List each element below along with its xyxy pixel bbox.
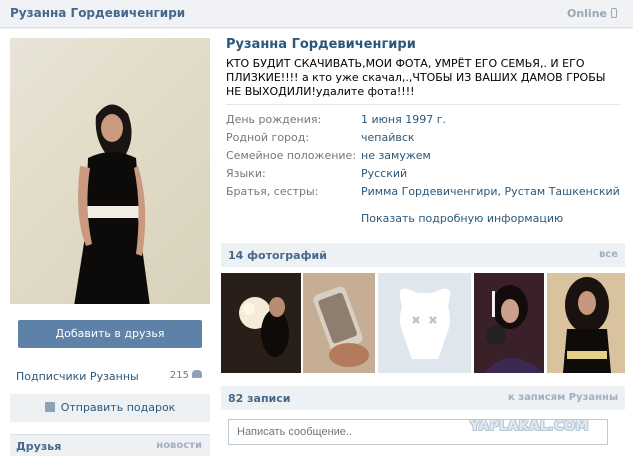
- send-gift-label: Отправить подарок: [60, 401, 176, 414]
- info-value[interactable]: Русский: [361, 167, 407, 180]
- info-birthday: День рождения: 1 июня 1997 г.: [226, 113, 626, 127]
- photo-thumbnail-image: [221, 273, 301, 373]
- info-key: Родной город:: [226, 131, 310, 144]
- photo-thumbnail[interactable]: [378, 273, 471, 373]
- status-text: КТО БУДИТ СКАЧИВАТЬ,МОИ ФОТА, УМРЁТ ЕГО …: [226, 57, 606, 98]
- left-column: Добавить в друзья Подписчики Рузанны 215…: [0, 29, 218, 456]
- followers-count-value: 215: [169, 370, 189, 381]
- friends-section-header: Друзья новости: [10, 434, 210, 456]
- followers-count: 215: [170, 370, 202, 381]
- photo-thumbnail-image: [547, 273, 625, 373]
- info-key: Братья, сестры:: [226, 185, 319, 198]
- vk-dog-placeholder-icon: [378, 273, 471, 373]
- info-siblings: Братья, сестры: Римма Гордевиченгири, Ру…: [226, 185, 626, 199]
- profile-header-bar: Рузанна Гордевиченгири Online: [0, 0, 633, 28]
- gift-icon: [44, 402, 55, 412]
- photo-thumbnail[interactable]: [474, 273, 544, 373]
- add-friend-button[interactable]: Добавить в друзья: [18, 320, 202, 348]
- send-gift-button[interactable]: Отправить подарок: [10, 394, 210, 422]
- photo-thumbnails: [221, 273, 625, 373]
- info-value[interactable]: не замужем: [361, 149, 431, 162]
- page-title: Рузанна Гордевиченгири: [226, 37, 416, 52]
- posts-link[interactable]: к записям Рузанны: [508, 392, 618, 403]
- info-value[interactable]: чепайвск: [361, 131, 415, 144]
- online-label: Online: [566, 7, 607, 20]
- header-user-name[interactable]: Рузанна Гордевиченгири: [10, 6, 185, 20]
- info-key: День рождения:: [226, 113, 322, 126]
- followers-label: Подписчики Рузанны: [16, 370, 139, 383]
- wall-section-header: 82 записи к записям Рузанны: [221, 386, 625, 410]
- photo-thumbnail[interactable]: [221, 273, 301, 373]
- friends-title[interactable]: Друзья: [16, 440, 61, 453]
- online-status: Online: [567, 7, 617, 20]
- posts-count-title[interactable]: 82 записи: [228, 392, 291, 405]
- photo-thumbnail-image: [303, 273, 375, 373]
- photos-title[interactable]: 14 фотографий: [228, 249, 327, 262]
- photo-thumbnail[interactable]: [303, 273, 375, 373]
- profile-photo[interactable]: [10, 38, 210, 304]
- info-key: Семейное положение:: [226, 149, 357, 162]
- info-value[interactable]: Римма Гордевиченгири, Рустам Ташкенский: [361, 185, 620, 198]
- info-key: Языки:: [226, 167, 266, 180]
- watermark-logo: YAPLAKAL.COM: [470, 419, 589, 434]
- friends-news-link[interactable]: новости: [156, 440, 202, 451]
- info-hometown: Родной город: чепайвск: [226, 131, 626, 145]
- info-languages: Языки: Русский: [226, 167, 626, 181]
- divider: [226, 104, 621, 105]
- followers-icon: [192, 370, 202, 378]
- profile-photo-figure: [74, 104, 150, 304]
- followers-link[interactable]: Подписчики Рузанны 215: [16, 370, 204, 384]
- photos-all-link[interactable]: все: [599, 249, 618, 260]
- photo-thumbnail-image: [474, 273, 544, 373]
- show-more-info-link[interactable]: Показать подробную информацию: [361, 212, 563, 225]
- phone-icon: [611, 8, 617, 18]
- photo-thumbnail[interactable]: [547, 273, 625, 373]
- info-relationship: Семейное положение: не замужем: [226, 149, 626, 163]
- info-value[interactable]: 1 июня 1997 г.: [361, 113, 446, 126]
- right-column: Рузанна Гордевиченгири КТО БУДИТ СКАЧИВА…: [218, 29, 633, 456]
- photos-section-header: 14 фотографий все: [221, 243, 625, 267]
